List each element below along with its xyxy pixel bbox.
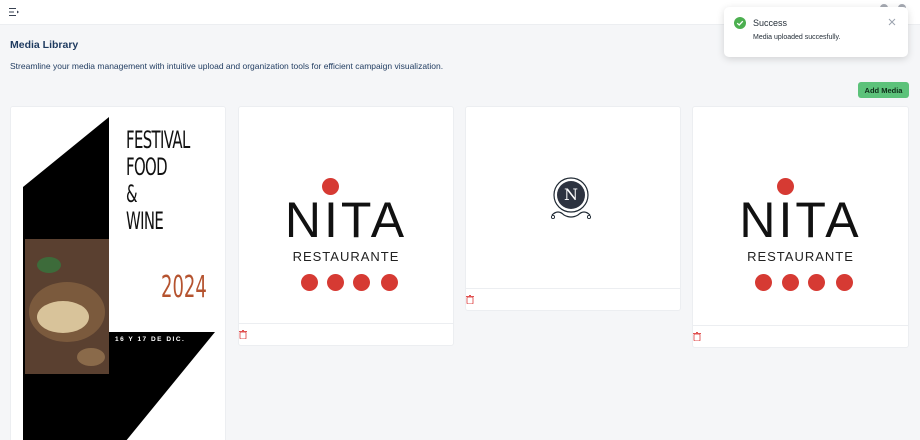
logo-dot — [782, 274, 799, 291]
poster-title-line: FESTIVAL — [126, 126, 190, 154]
logo-subtitle: RESTAURANTE — [747, 249, 854, 264]
logo-dot — [381, 274, 398, 291]
poster-title-line: FOOD & — [126, 153, 168, 208]
add-media-button[interactable]: Add Media — [858, 82, 909, 98]
poster-date: 16 Y 17 DE DIC. — [115, 336, 186, 343]
close-icon[interactable] — [888, 18, 896, 26]
media-thumbnail[interactable]: FESTIVAL FOOD & WINE 2024 16 Y 17 DE DIC… — [11, 107, 225, 440]
trash-icon[interactable] — [239, 330, 247, 339]
toast-message: Media uploaded succesfully. — [753, 34, 841, 41]
media-card[interactable]: NITA RESTAURANTE — [238, 106, 454, 346]
page-subtitle: Streamline your media management with in… — [10, 61, 444, 71]
poster-year: 2024 — [161, 270, 207, 305]
media-card[interactable]: NITA RESTAURANTE — [692, 106, 909, 348]
media-thumbnail[interactable]: N — [466, 107, 680, 290]
media-card[interactable]: FESTIVAL FOOD & WINE 2024 16 Y 17 DE DIC… — [10, 106, 226, 440]
menu-icon[interactable] — [9, 6, 19, 18]
trash-icon[interactable] — [466, 295, 474, 304]
card-footer — [466, 288, 680, 310]
logo-dot — [353, 274, 370, 291]
logo-word: NITA — [739, 192, 862, 248]
success-toast: Success Media uploaded succesfully. — [724, 7, 908, 57]
card-footer — [693, 325, 908, 347]
emblem-letter: N — [564, 185, 578, 204]
poster-title-line: WINE — [126, 207, 164, 235]
logo-dot — [327, 274, 344, 291]
logo-dot — [808, 274, 825, 291]
media-thumbnail[interactable]: NITA RESTAURANTE — [239, 107, 453, 325]
media-thumbnail[interactable]: NITA RESTAURANTE — [693, 107, 908, 327]
logo-dot — [301, 274, 318, 291]
logo-word: NITA — [284, 192, 408, 248]
check-circle-icon — [734, 17, 746, 29]
toast-title: Success — [753, 18, 788, 28]
poster-title: FESTIVAL FOOD & WINE — [126, 126, 190, 235]
logo-subtitle: RESTAURANTE — [292, 249, 400, 264]
page-title: Media Library — [10, 39, 79, 51]
logo-dot — [755, 274, 772, 291]
card-footer — [239, 323, 453, 345]
logo-dot — [836, 274, 853, 291]
trash-icon[interactable] — [693, 332, 701, 341]
media-card[interactable]: N — [465, 106, 681, 311]
